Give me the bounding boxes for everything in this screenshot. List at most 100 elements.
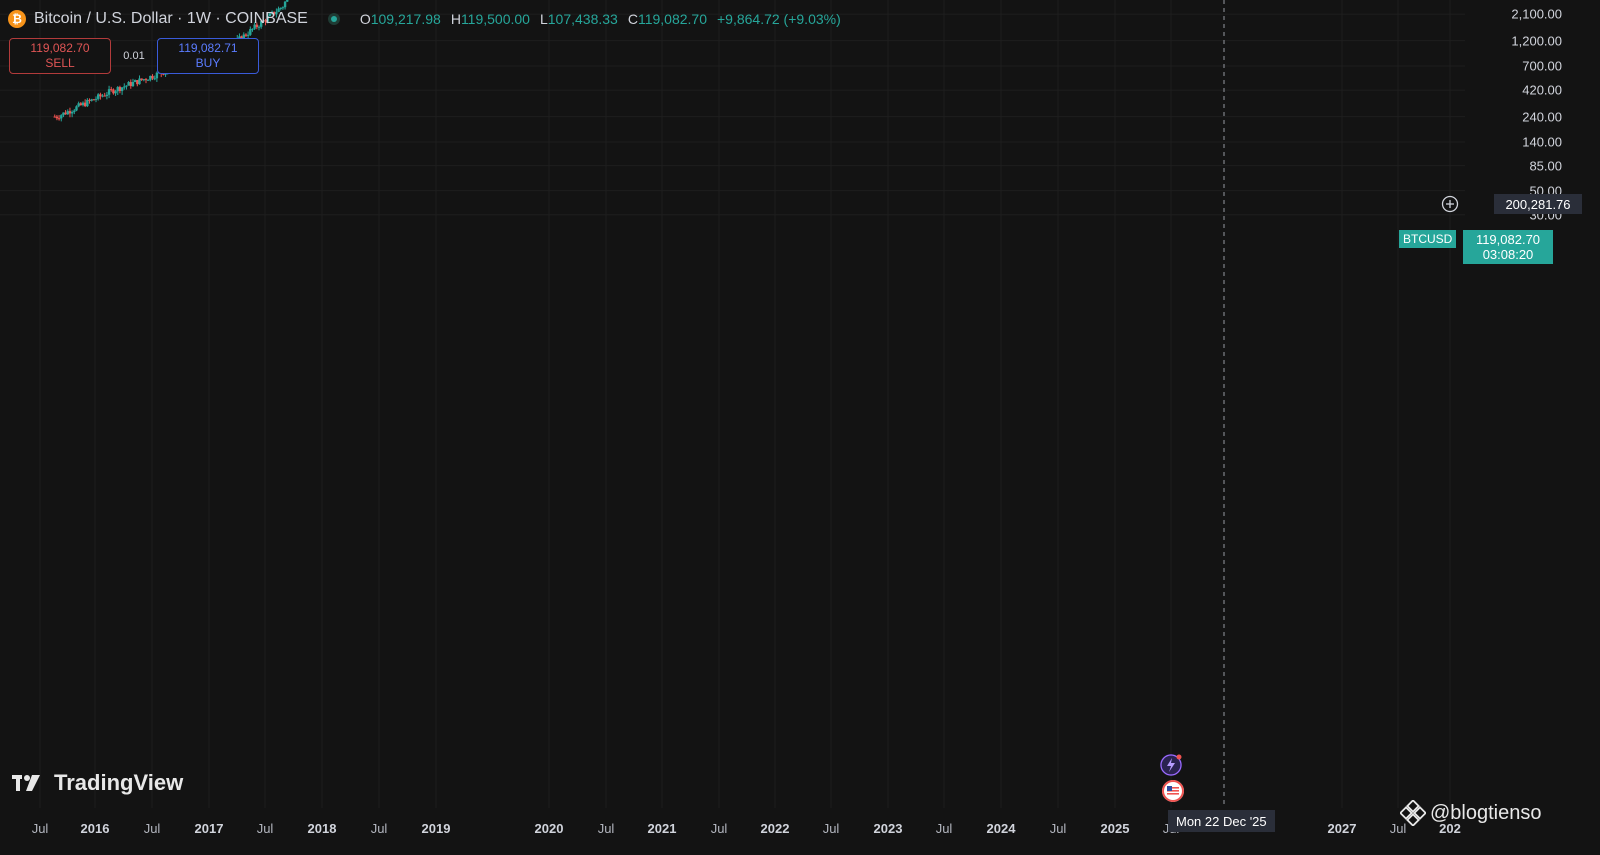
low-value: 107,438.33 [547, 11, 618, 27]
ohlc-values: O109,217.98 H119,500.00 L107,438.33 C119… [360, 11, 841, 27]
time-axis-label: 2020 [534, 821, 564, 836]
candle [86, 98, 89, 108]
candle [251, 28, 254, 32]
us-flag-event-icon[interactable] [1162, 780, 1184, 802]
candle [144, 78, 148, 84]
candle [81, 101, 85, 107]
open-label: O [359, 11, 371, 27]
candle [153, 75, 156, 81]
candle [64, 110, 67, 115]
price-axis-label: 1,200.00 [1511, 33, 1562, 49]
spread-value: 0.01 [123, 50, 145, 62]
price-chart[interactable] [0, 0, 1600, 855]
candle [114, 89, 117, 96]
candle [79, 102, 83, 106]
candle [131, 78, 135, 87]
candle [120, 87, 124, 95]
time-axis-label: 2023 [873, 821, 903, 836]
candle [77, 101, 80, 108]
tradingview-logo-icon [12, 775, 40, 791]
crosshair [1223, 0, 1225, 808]
binance-logo-icon [1400, 800, 1426, 826]
candle [286, 0, 289, 3]
tradingview-wordmark: TradingView [54, 770, 184, 795]
candle [66, 109, 69, 115]
time-axis-label: Jul [31, 821, 49, 836]
candle [75, 105, 78, 112]
price-axis-label: 2,100.00 [1511, 6, 1562, 22]
candle [129, 79, 132, 89]
chart-canvas[interactable] [0, 0, 1600, 855]
close-value: 119,082.70 [637, 11, 707, 27]
trade-panel: 119,082.70 SELL 0.01 119,082.71 BUY [9, 38, 259, 74]
time-axis-label: Jul [597, 821, 615, 836]
candle [112, 88, 115, 95]
watermark-text: @blogtienso [1430, 801, 1542, 824]
candle [142, 78, 146, 82]
time-axis-label: Jul [1049, 821, 1067, 836]
buy-price: 119,082.71 [178, 41, 238, 55]
candle [99, 92, 102, 100]
time-axis-label: 2019 [421, 821, 451, 836]
add-alert-plus-icon[interactable] [1439, 194, 1461, 214]
candle [140, 78, 143, 81]
sell-price: 119,082.70 [30, 41, 90, 55]
time-axis-label: 2021 [647, 821, 677, 836]
candle [97, 93, 100, 101]
market-status-icon[interactable] [327, 13, 340, 25]
time-axis-label: Jul [710, 821, 728, 836]
candle [133, 79, 137, 83]
time-axis-label: 2016 [80, 821, 110, 836]
candle [146, 79, 150, 81]
time-axis-label: 2027 [1327, 821, 1357, 836]
sell-button[interactable]: 119,082.70 SELL [9, 38, 111, 74]
candle [105, 91, 109, 100]
close-label: C [627, 11, 638, 27]
candle [88, 98, 91, 104]
open-value: 109,217.98 [370, 11, 441, 27]
candle [123, 83, 126, 90]
buy-label: BUY [195, 56, 221, 70]
sell-label: SELL [45, 56, 75, 70]
crosshair-date-label: Mon 22 Dec '25 [1168, 810, 1275, 832]
candle [149, 75, 152, 82]
candle [136, 80, 139, 87]
candle [244, 33, 248, 37]
time-axis-label: Jul [935, 821, 953, 836]
symbol-title[interactable]: Bitcoin / U.S. Dollar · 1W · COINBASE [34, 10, 308, 28]
time-axis-label: 2024 [986, 821, 1016, 836]
chart-grid [0, 0, 1465, 808]
candle [125, 85, 128, 90]
price-axis-label: 420.00 [1522, 82, 1562, 98]
candle [103, 92, 106, 97]
candle [73, 108, 76, 115]
candle [68, 107, 72, 118]
candle [53, 114, 56, 118]
legend-header: ₿ Bitcoin / U.S. Dollar · 1W · COINBASE … [8, 10, 841, 28]
candle [57, 115, 61, 121]
time-axis-label: 2025 [1100, 821, 1130, 836]
bar-countdown: 03:08:20 [1482, 247, 1534, 262]
buy-button[interactable]: 119,082.71 BUY [157, 38, 259, 74]
price-axis-label: 240.00 [1522, 109, 1562, 125]
tradingview-logo[interactable]: TradingView [12, 770, 183, 796]
news-event-icon[interactable] [1160, 754, 1182, 776]
low-label: L [539, 11, 548, 27]
candle [90, 98, 93, 102]
candle [283, 0, 287, 10]
current-price: 119,082.70 [1475, 232, 1541, 247]
candle [83, 99, 87, 108]
time-axis-label: 2022 [760, 821, 790, 836]
symbol-price-tag: BTCUSD [1399, 230, 1457, 248]
price-axis-label: 85.00 [1529, 158, 1562, 174]
price-axis-label: 140.00 [1522, 134, 1562, 150]
price-axis-label: 700.00 [1522, 58, 1562, 74]
high-label: H [450, 11, 461, 27]
time-axis-label: 2017 [194, 821, 224, 836]
candle [118, 85, 122, 94]
watermark: @blogtienso [1400, 800, 1541, 826]
bitcoin-logo-icon: ₿ [8, 10, 26, 28]
candle [110, 86, 113, 92]
time-axis-label: Jul [256, 821, 274, 836]
candle [116, 86, 119, 96]
